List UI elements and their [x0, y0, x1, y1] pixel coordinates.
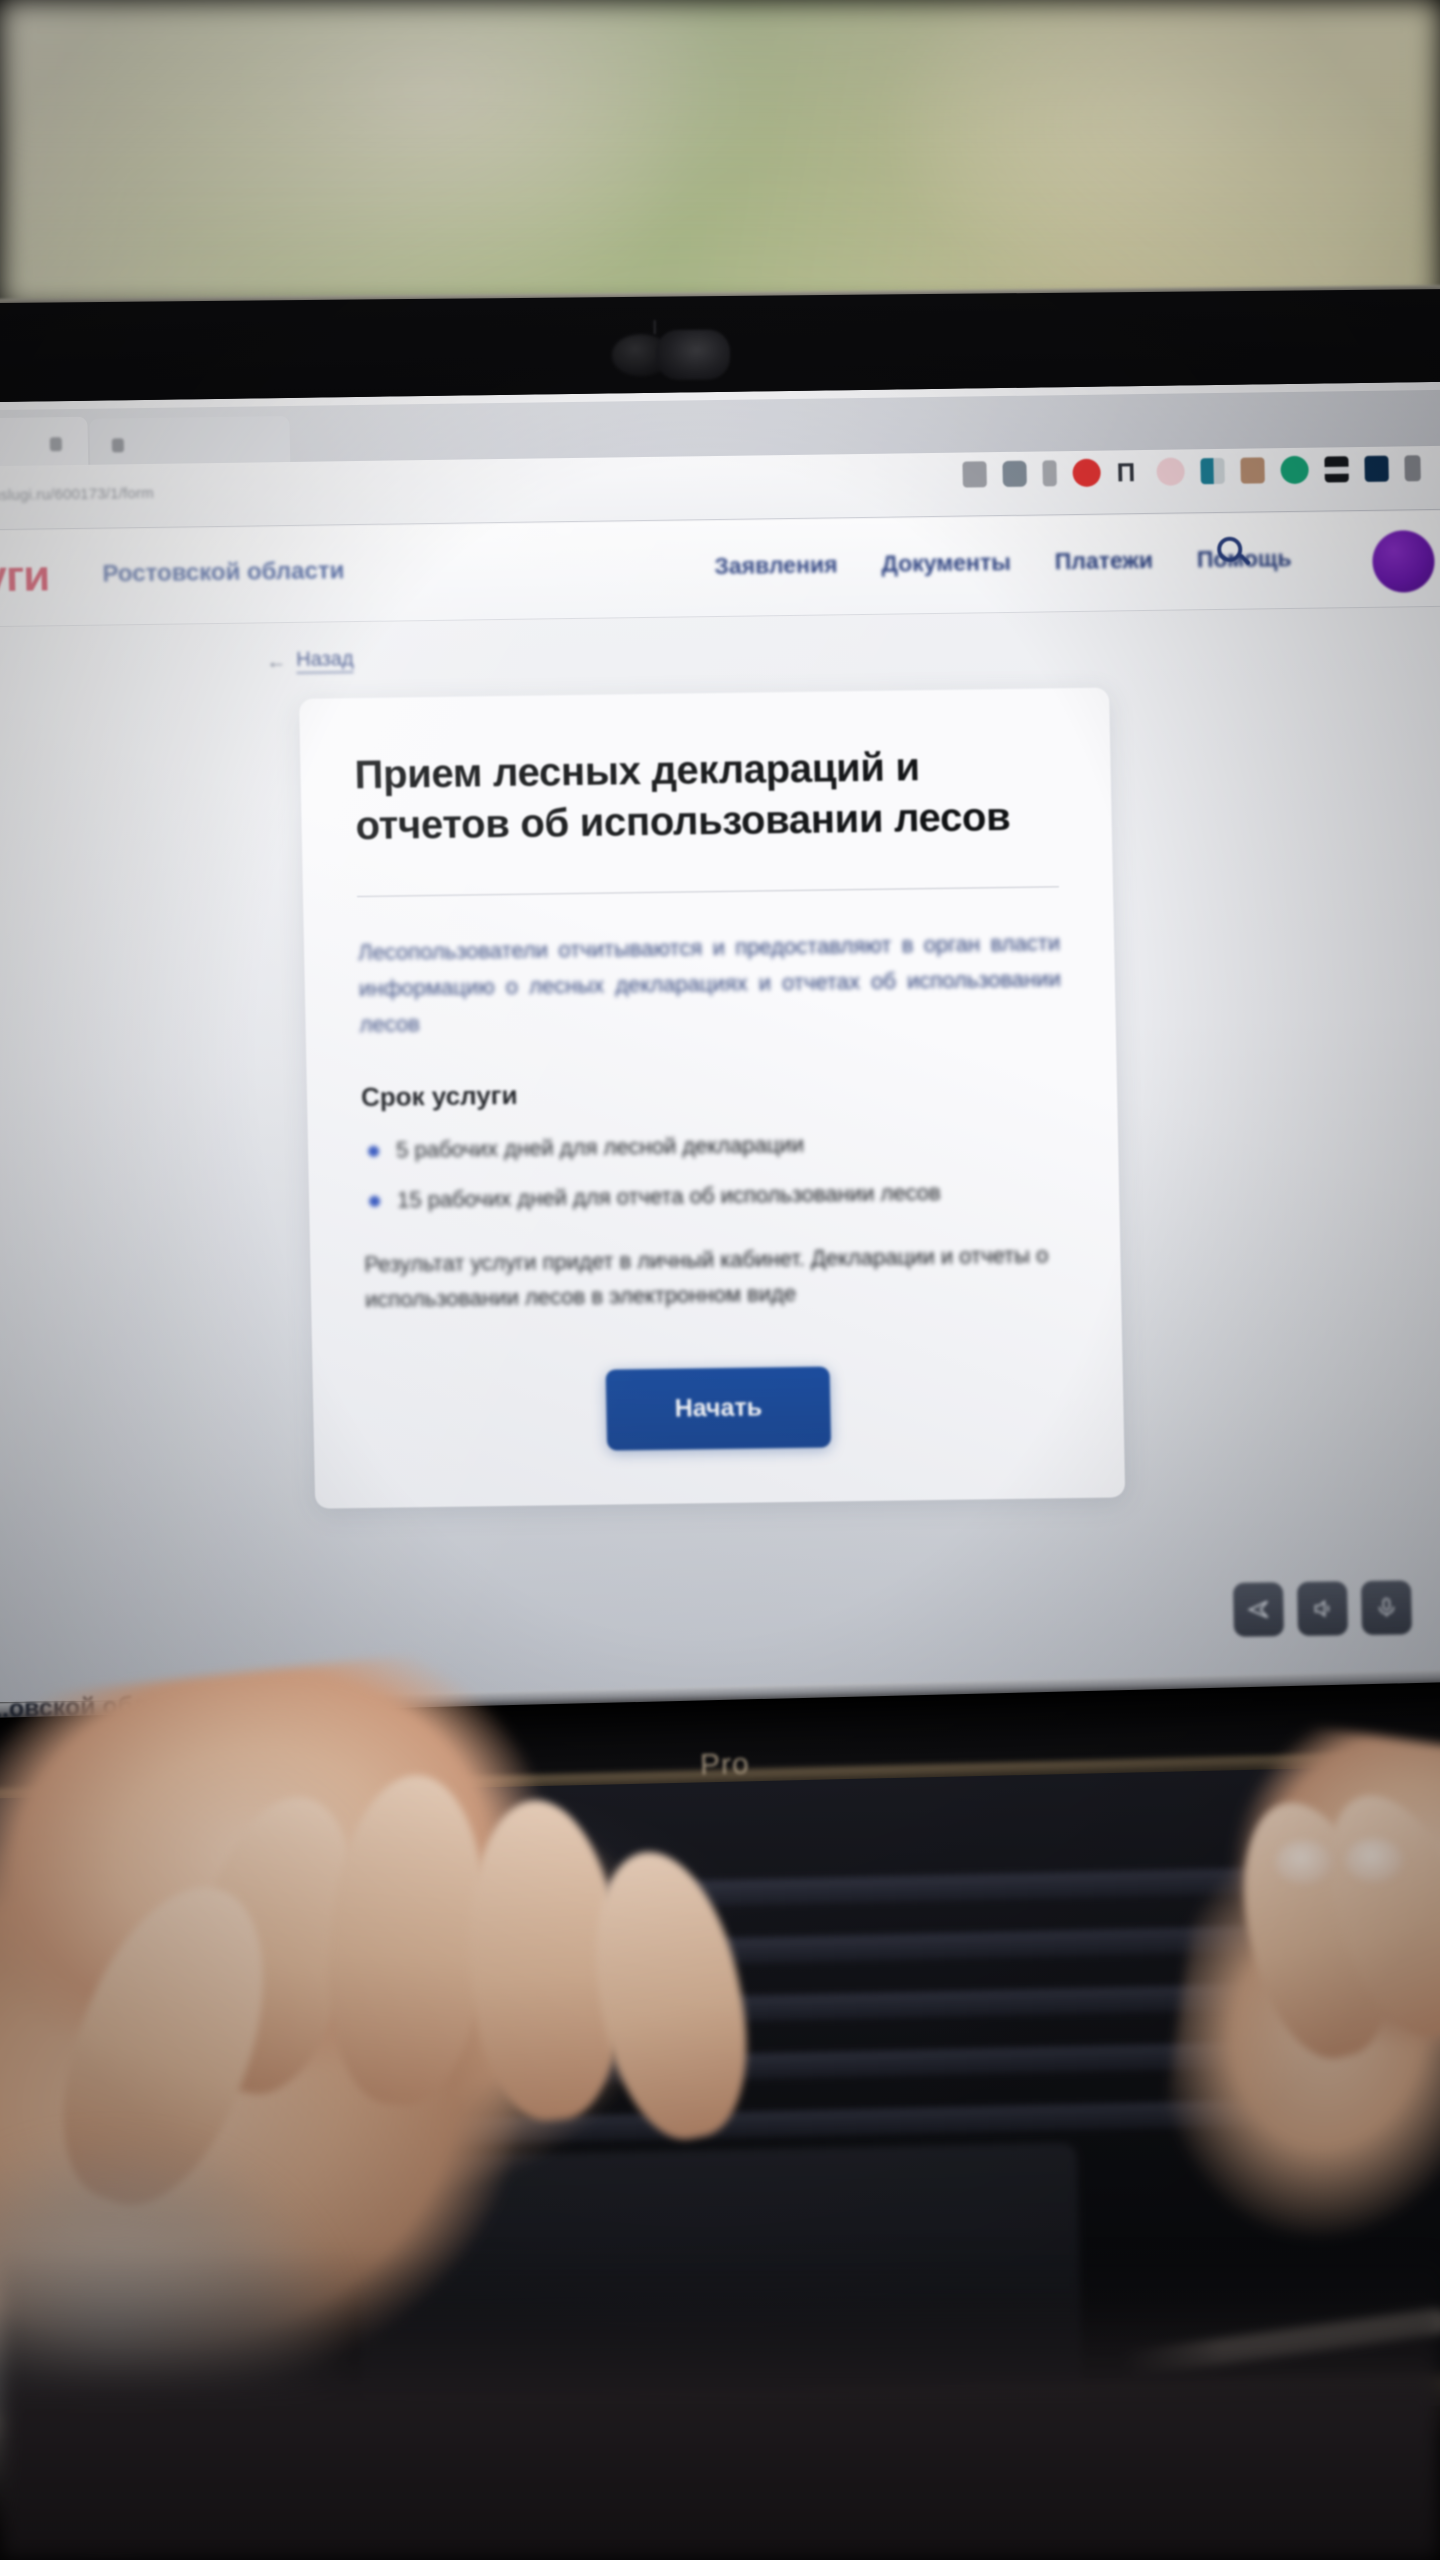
photo-scene: gosuslugi.ru/600173/1/form П слуги Росто…	[0, 0, 1440, 2560]
fingernail	[1345, 1838, 1403, 1882]
list-item: 5 рабочих дней для лесной декларации	[362, 1125, 1065, 1167]
desk-foreground	[0, 2250, 1440, 2560]
extension-letter-p-icon[interactable]: П	[1116, 457, 1141, 487]
browser-tab-2[interactable]	[89, 415, 291, 469]
back-arrow-icon: ←	[266, 650, 287, 673]
assistant-toolbar	[1232, 1580, 1413, 1637]
extension-bw-icon[interactable]	[1324, 456, 1349, 483]
extension-tan-icon[interactable]	[1240, 457, 1265, 484]
region-label[interactable]: Ростовской области	[102, 557, 344, 588]
extension-2-icon[interactable]	[1002, 460, 1027, 488]
nav-item-payments[interactable]: Платежи	[1055, 547, 1154, 575]
extension-green-icon[interactable]	[1280, 455, 1309, 485]
service-card: Прием лесных деклараций и отчетов об исп…	[299, 687, 1126, 1510]
extension-3-icon[interactable]	[1042, 460, 1057, 487]
microphone-icon[interactable]	[1360, 1580, 1413, 1636]
send-icon[interactable]	[1232, 1582, 1285, 1637]
cta-container: Начать	[367, 1364, 1071, 1455]
extension-1-icon[interactable]	[962, 461, 987, 488]
url-text[interactable]: gosuslugi.ru/600173/1/form	[0, 485, 154, 505]
divider	[357, 886, 1059, 898]
extension-red-icon[interactable]	[1072, 458, 1101, 488]
search-icon[interactable]	[1216, 536, 1252, 571]
extension-pink-icon[interactable]	[1156, 457, 1185, 486]
extension-navy-icon[interactable]	[1364, 455, 1389, 482]
nav-item-documents[interactable]: Документы	[881, 549, 1011, 578]
laptop-screen: gosuslugi.ru/600173/1/form П слуги Росто…	[0, 381, 1440, 1703]
tab-favicon	[49, 437, 63, 452]
page-title: Прием лесных деклараций и отчетов об исп…	[354, 745, 1011, 849]
webcam	[611, 320, 732, 381]
terms-list: 5 рабочих дней для лесной декларации 15 …	[362, 1125, 1066, 1217]
breadcrumb-label[interactable]: Назад	[296, 648, 354, 674]
fingernail	[1275, 1840, 1333, 1884]
gosuslugi-logo[interactable]: слуги	[0, 551, 50, 603]
extension-gray-icon[interactable]	[1404, 455, 1421, 482]
extension-teal-icon[interactable]	[1200, 457, 1225, 485]
terms-heading: Срок услуги	[360, 1080, 518, 1113]
tab-favicon	[111, 438, 125, 453]
nav-item-applications[interactable]: Заявления	[714, 551, 838, 580]
list-item: 15 рабочих дней для отчета об использова…	[363, 1175, 1066, 1217]
service-note: Результат услуги придет в личный кабинет…	[364, 1242, 1049, 1313]
start-button[interactable]: Начать	[605, 1366, 832, 1452]
service-description: Лесопользователи отчитываются и предоста…	[357, 930, 1062, 1037]
browser-tab-1[interactable]	[0, 416, 89, 471]
volume-icon[interactable]	[1296, 1581, 1349, 1636]
room-background-light	[0, 0, 1440, 300]
breadcrumb[interactable]: ← Назад	[266, 648, 354, 674]
